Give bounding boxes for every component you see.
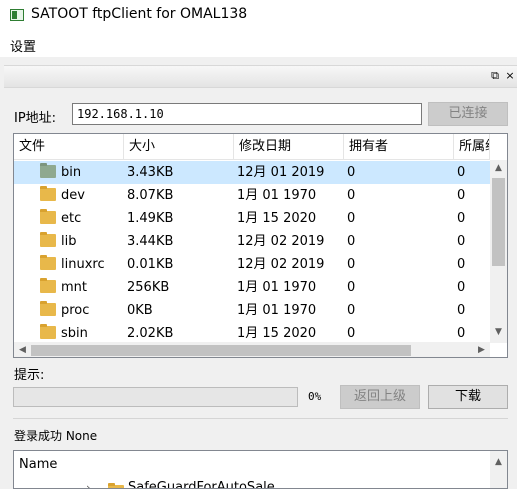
back-button[interactable]: 返回上级 [340, 385, 420, 409]
file-group: 0 [457, 165, 466, 180]
window-title: SATOOT ftpClient for OMAL138 [31, 6, 248, 22]
section-divider [13, 418, 508, 419]
file-row[interactable]: proc 0KB 1月 01 1970 0 0 [14, 299, 490, 322]
file-owner: 0 [347, 303, 356, 318]
ip-label: IP地址: [14, 111, 57, 126]
scroll-up-icon[interactable]: ▲ [490, 160, 507, 177]
float-dock-icon[interactable]: ⧉ [488, 68, 502, 84]
file-date: 12月 02 2019 [237, 234, 325, 249]
hint-label: 提示: [14, 368, 45, 383]
file-row[interactable]: bin 3.43KB 12月 01 2019 0 0 [14, 161, 490, 184]
column-header-group[interactable]: 所属组 [454, 134, 490, 160]
column-header-date[interactable]: 修改日期 [234, 134, 344, 160]
column-header-name[interactable]: Name [19, 457, 57, 472]
file-size: 3.44KB [127, 234, 174, 249]
file-size: 0KB [127, 303, 153, 318]
file-group: 0 [457, 234, 466, 249]
scroll-right-icon[interactable]: ▶ [473, 342, 490, 357]
file-size: 1.49KB [127, 211, 174, 226]
file-name: proc [61, 303, 90, 318]
file-date: 1月 01 1970 [237, 188, 317, 203]
file-name: mnt [61, 280, 87, 295]
file-size: 256KB [127, 280, 170, 295]
folder-icon [40, 163, 56, 178]
file-group: 0 [457, 303, 466, 318]
scroll-up-icon[interactable]: ▲ [490, 454, 507, 471]
folder-icon [40, 324, 56, 339]
close-dock-icon[interactable]: × [503, 68, 517, 84]
download-progress-bar [13, 387, 298, 407]
file-owner: 0 [347, 211, 356, 226]
file-name: bin [61, 165, 82, 180]
remote-file-tree[interactable]: 文件 大小 修改日期 拥有者 所属组 bin 3.43KB 12月 01 201… [13, 133, 508, 358]
folder-icon [40, 301, 56, 316]
scroll-left-icon[interactable]: ◀ [14, 342, 31, 357]
file-date: 1月 01 1970 [237, 280, 317, 295]
file-size: 0.01KB [127, 257, 174, 272]
file-owner: 0 [347, 234, 356, 249]
file-name: lib [61, 234, 77, 249]
login-status: 登录成功 None [14, 429, 98, 443]
column-header-owner[interactable]: 拥有者 [344, 134, 454, 160]
file-group: 0 [457, 188, 466, 203]
vertical-scroll-thumb[interactable] [492, 178, 505, 266]
progress-percent: 0% [308, 390, 322, 403]
file-size: 3.43KB [127, 165, 174, 180]
download-button[interactable]: 下载 [428, 385, 508, 409]
app-icon [10, 9, 24, 21]
folder-icon [40, 186, 56, 201]
folder-icon [108, 483, 124, 488]
column-header-file[interactable]: 文件 [14, 134, 124, 160]
file-group: 0 [457, 211, 466, 226]
file-date: 12月 01 2019 [237, 165, 325, 180]
file-date: 12月 02 2019 [237, 257, 325, 272]
horizontal-scroll-thumb[interactable] [31, 345, 411, 356]
connect-button[interactable]: 已连接 [428, 102, 508, 126]
file-name: etc [61, 211, 82, 226]
file-row[interactable]: lib 3.44KB 12月 02 2019 0 0 [14, 230, 490, 253]
folder-icon [40, 278, 56, 293]
ip-address-input[interactable]: 192.168.1.10 [72, 103, 422, 125]
file-name: dev [61, 188, 85, 203]
file-name: linuxrc [61, 257, 105, 272]
file-row[interactable]: dev 8.07KB 1月 01 1970 0 0 [14, 184, 490, 207]
file-date: 1月 15 2020 [237, 211, 317, 226]
file-row[interactable]: linuxrc 0.01KB 12月 02 2019 0 0 [14, 253, 490, 276]
file-size: 8.07KB [127, 188, 174, 203]
folder-icon [40, 209, 56, 224]
folder-icon [40, 232, 56, 247]
file-date: 1月 01 1970 [237, 303, 317, 318]
file-owner: 0 [347, 188, 356, 203]
file-owner: 0 [347, 165, 356, 180]
menu-bar [0, 30, 517, 57]
local-file-tree[interactable]: Name › SafeGuardForAutoSale ▲ [13, 450, 508, 489]
file-row[interactable]: mnt 256KB 1月 01 1970 0 0 [14, 276, 490, 299]
file-owner: 0 [347, 257, 356, 272]
file-row[interactable]: etc 1.49KB 1月 15 2020 0 0 [14, 207, 490, 230]
file-group: 0 [457, 257, 466, 272]
dock-title-bar [4, 65, 517, 88]
scroll-down-icon[interactable]: ▼ [490, 324, 507, 341]
file-owner: 0 [347, 280, 356, 295]
column-header-size[interactable]: 大小 [124, 134, 234, 160]
local-item-name[interactable]: SafeGuardForAutoSale [128, 480, 275, 488]
file-group: 0 [457, 280, 466, 295]
menu-settings[interactable]: 设置 [10, 36, 36, 55]
expand-arrow-icon[interactable]: › [86, 481, 90, 488]
folder-icon [40, 255, 56, 270]
